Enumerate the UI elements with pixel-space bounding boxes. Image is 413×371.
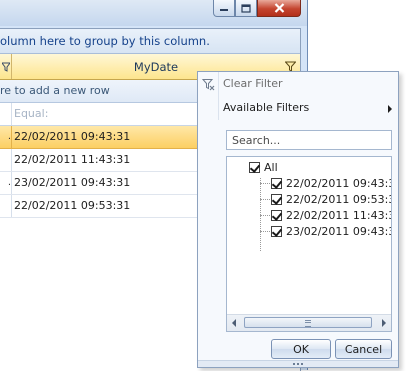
tree-item-date[interactable]: 22/02/2011 11:43:31: [271, 207, 392, 223]
available-filters-menu-item[interactable]: Available Filters: [198, 97, 398, 119]
available-filters-label: Available Filters: [223, 101, 310, 114]
popup-resize-grip[interactable]: [198, 360, 398, 367]
all-checkbox[interactable]: [249, 161, 260, 173]
column-header-label: MyDate: [133, 59, 179, 74]
ok-button[interactable]: OK: [271, 339, 331, 359]
cancel-button[interactable]: Cancel: [335, 339, 392, 359]
date-checkbox[interactable]: [271, 225, 282, 237]
tree-item-all[interactable]: All: [249, 159, 278, 175]
filter-funnel-icon: [1, 62, 10, 72]
tree-connector: [260, 183, 270, 184]
clear-filter-icon: [202, 79, 215, 91]
title-bar: [0, 0, 307, 26]
window-controls: [213, 0, 301, 17]
maximize-icon: [241, 3, 251, 13]
row-indicator-cell: [0, 195, 12, 217]
grip-dot-icon: [301, 363, 303, 365]
filter-search-input[interactable]: [226, 130, 392, 150]
row-indicator-cell: [0, 149, 12, 171]
prev-column-filter[interactable]: [0, 54, 12, 79]
tree-item-label: 22/02/2011 09:43:31: [286, 176, 392, 190]
submenu-arrow-icon: [388, 105, 392, 113]
scroll-left-icon[interactable]: [232, 319, 236, 327]
tree-item-date[interactable]: 23/02/2011 09:43:31: [271, 223, 392, 239]
tree-item-label: 22/02/2011 09:53:31: [286, 192, 392, 206]
filter-values-tree: All 22/02/2011 09:43:31 22/02/2011 09:53:…: [226, 156, 392, 332]
tree-connector: [260, 231, 270, 232]
tree-item-label: All: [264, 160, 278, 174]
row-indicator-cell: .: [0, 172, 12, 194]
clear-filter-menu-item[interactable]: Clear Filter: [198, 73, 398, 95]
close-icon: [274, 3, 284, 13]
clear-filter-label: Clear Filter: [223, 77, 283, 90]
filter-row-left-cell: [0, 103, 12, 125]
scroll-thumb[interactable]: [244, 317, 372, 328]
group-panel[interactable]: olumn here to group by this column.: [0, 29, 300, 54]
tree-item-label: 23/02/2011 09:43:31: [286, 224, 392, 238]
row-indicator-cell: .: [0, 126, 12, 148]
tree-item-date[interactable]: 22/02/2011 09:53:31: [271, 191, 392, 207]
grip-dot-icon: [297, 363, 299, 365]
scroll-right-icon[interactable]: [382, 319, 386, 327]
date-checkbox[interactable]: [271, 193, 282, 205]
tree-horizontal-scrollbar[interactable]: [227, 314, 391, 331]
maximize-button[interactable]: [235, 0, 257, 17]
date-checkbox[interactable]: [271, 209, 282, 221]
grip-dot-icon: [293, 363, 295, 365]
minimize-icon: [220, 9, 228, 11]
filter-popup: Clear Filter Available Filters All 22/02…: [197, 71, 399, 368]
tree-connector: [260, 199, 270, 200]
date-checkbox[interactable]: [271, 177, 282, 189]
tree-item-date[interactable]: 22/02/2011 09:43:31: [271, 175, 392, 191]
close-button[interactable]: [257, 0, 301, 17]
minimize-button[interactable]: [213, 0, 235, 17]
grip-icon: [305, 320, 311, 327]
tree-item-label: 22/02/2011 11:43:31: [286, 208, 392, 222]
tree-connector: [260, 215, 270, 216]
